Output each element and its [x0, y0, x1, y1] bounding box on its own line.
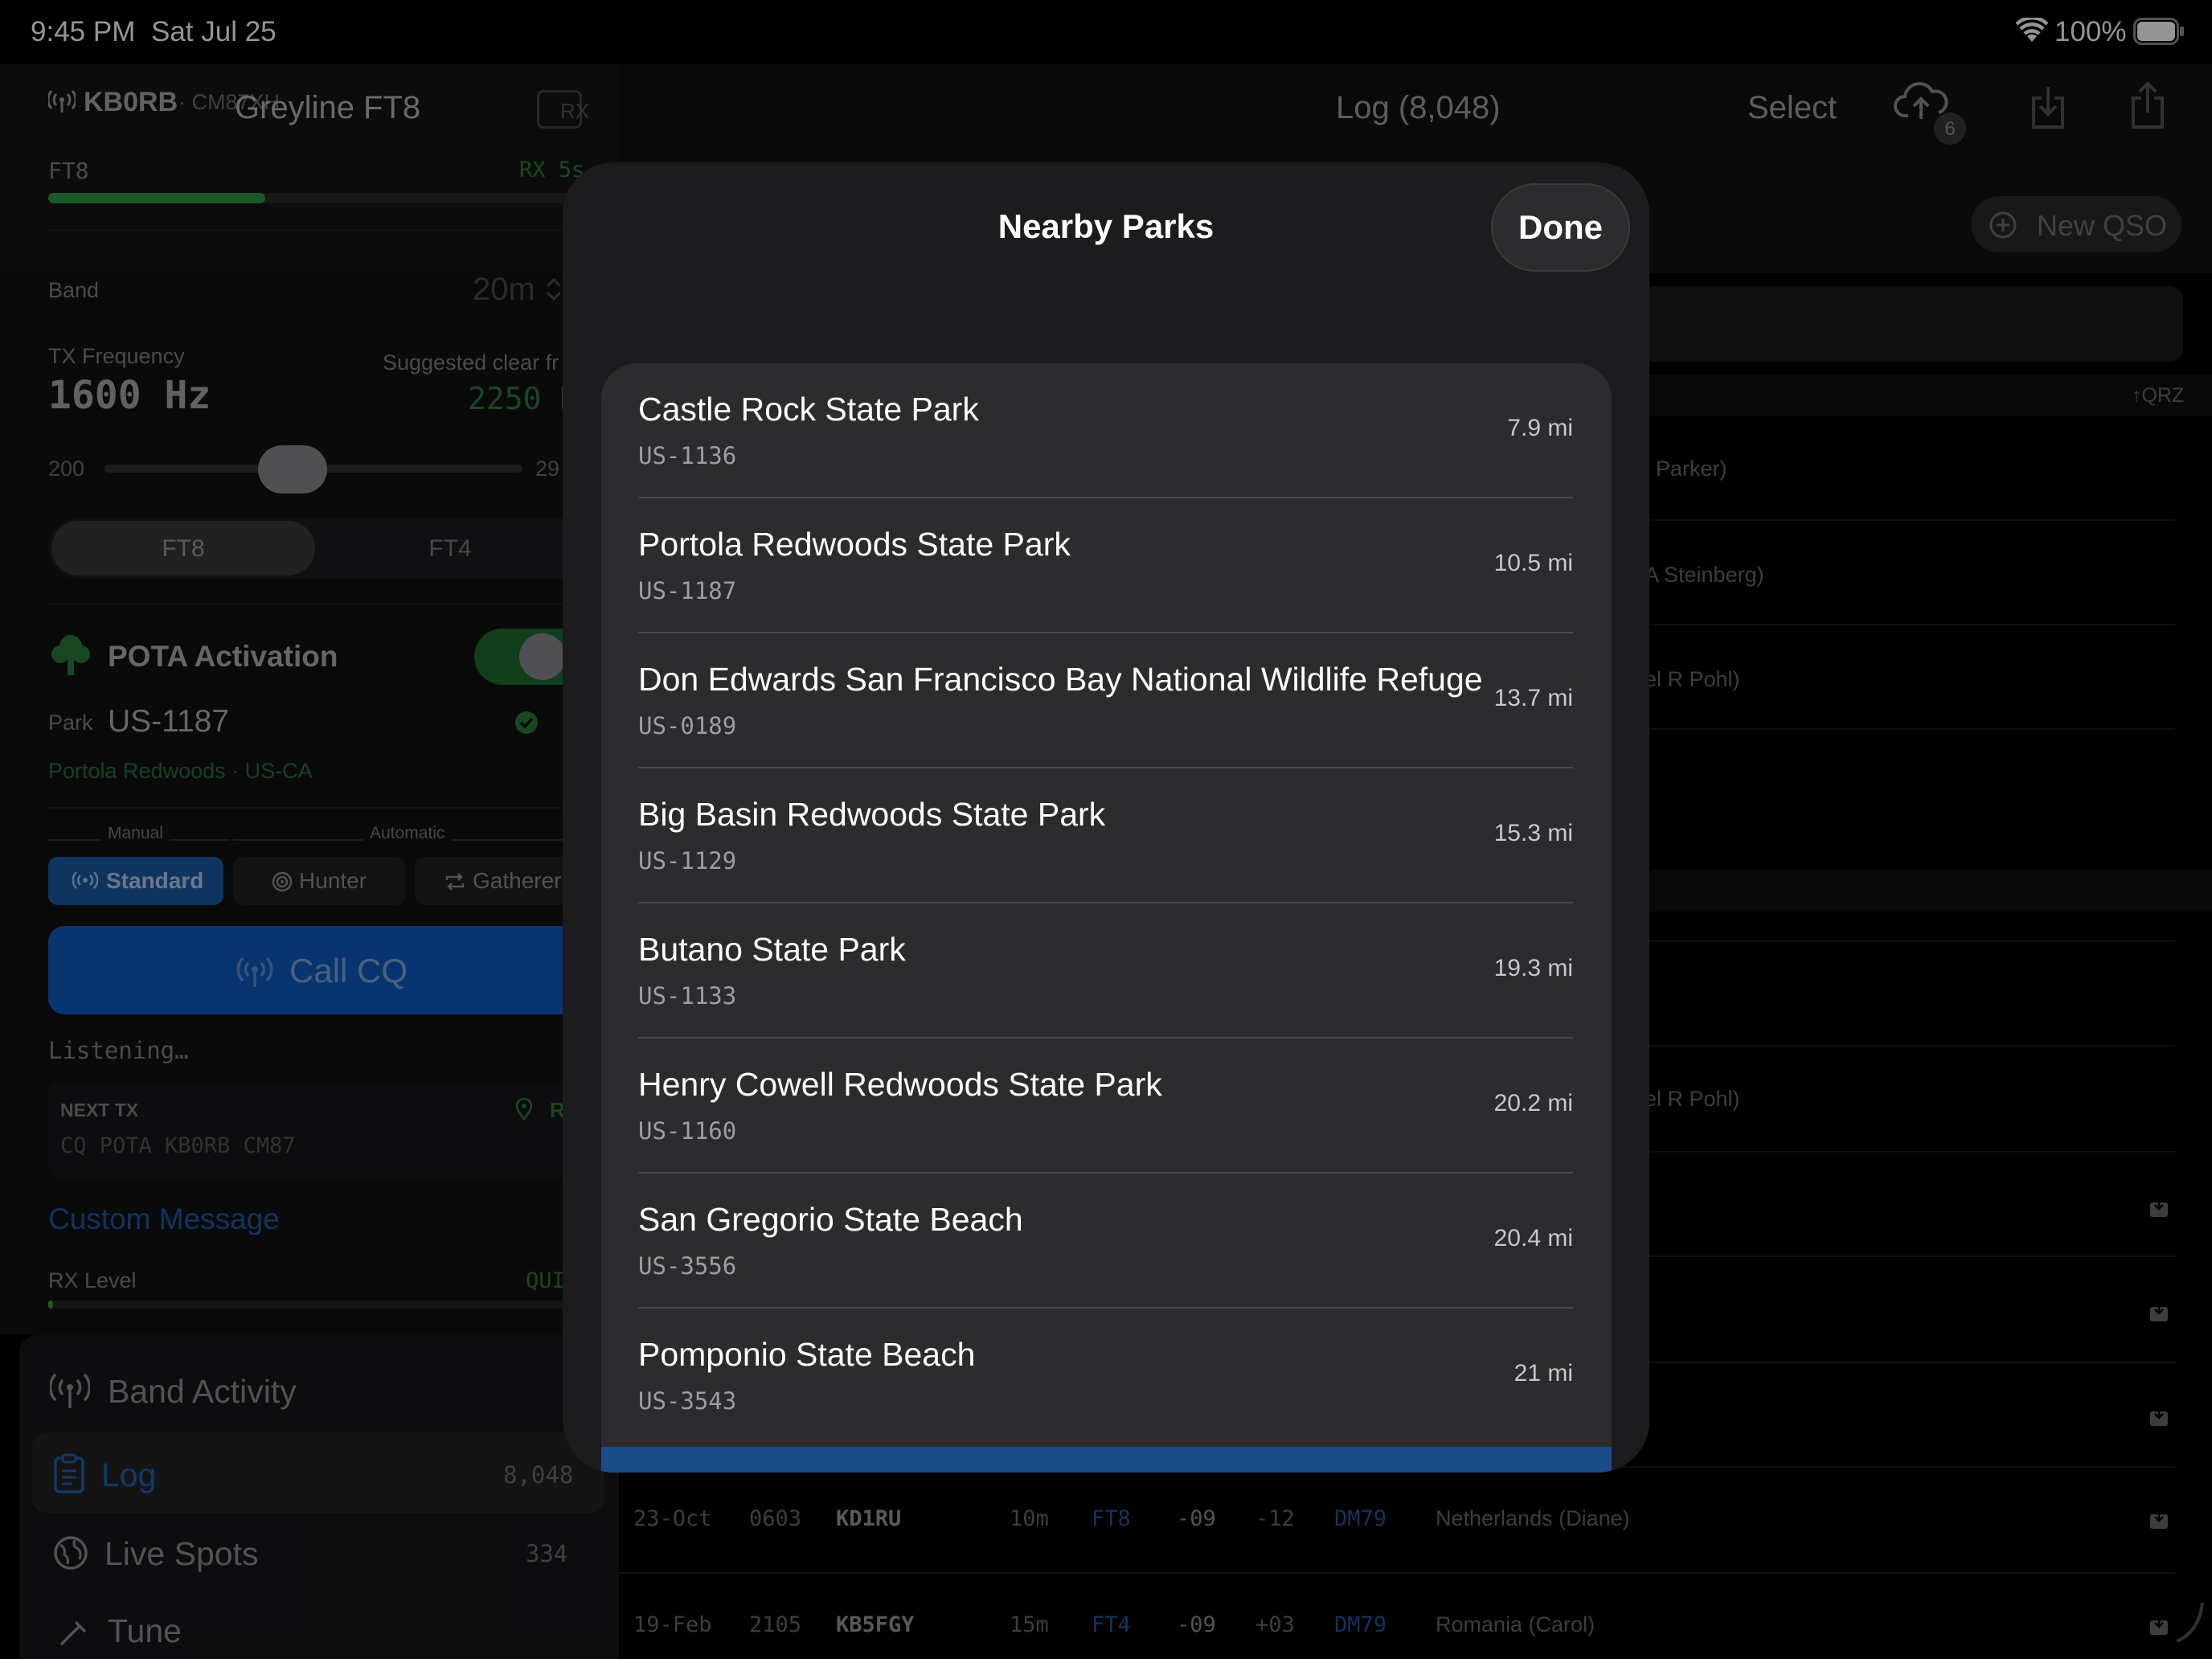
park-reference: US-1187 [638, 577, 737, 604]
park-row[interactable]: Big Basin Redwoods State Park US-1129 15.3… [601, 768, 1612, 903]
park-row[interactable]: Butano State Park US-1133 19.3 mi [601, 903, 1612, 1038]
park-distance: 20.4 mi [1493, 1225, 1573, 1251]
park-distance: 20.2 mi [1493, 1090, 1573, 1116]
park-reference: US-3556 [638, 1252, 737, 1280]
screen: 9:45 PM Sat Jul 25 100% KB0RB · CM87XH G… [0, 0, 2212, 1659]
done-button[interactable]: Done [1491, 183, 1630, 272]
park-name: Butano State Park [638, 931, 906, 968]
park-name: Portola Redwoods State Park [638, 526, 1071, 563]
park-distance: 15.3 mi [1493, 820, 1573, 846]
modal-title: Nearby Parks [997, 207, 1215, 245]
park-name: Henry Cowell Redwoods State Park [638, 1066, 1162, 1103]
park-name: Pomponio State Beach [638, 1336, 976, 1373]
park-list: Castle Rock State Park US-1136 7.9 mi Porto… [601, 363, 1612, 1473]
park-name: San Gregorio State Beach [638, 1201, 1023, 1238]
park-name: Big Basin Redwoods State Park [638, 796, 1106, 833]
park-distance: 7.9 mi [1507, 415, 1573, 441]
park-row[interactable]: San Gregorio State Beach US-3556 20.4 mi [601, 1174, 1612, 1309]
park-row[interactable]: Henry Cowell Redwoods State Park US-1160 2… [601, 1038, 1612, 1174]
park-row[interactable]: Don Edwards San Francisco Bay National W… [601, 633, 1612, 768]
selected-row-highlight [601, 1447, 1612, 1473]
park-reference: US-1129 [638, 847, 737, 875]
park-distance: 21 mi [1514, 1360, 1573, 1387]
park-distance: 13.7 mi [1493, 685, 1573, 711]
park-name: Don Edwards San Francisco Bay National W… [638, 661, 1483, 698]
park-row[interactable]: Pomponio State Beach US-3543 21 mi [601, 1309, 1612, 1444]
park-reference: US-1160 [638, 1117, 737, 1145]
park-distance: 10.5 mi [1493, 550, 1573, 576]
park-distance: 19.3 mi [1493, 955, 1573, 981]
park-row[interactable]: Portola Redwoods State Park US-1187 10.5 m… [601, 498, 1612, 633]
park-reference: US-1133 [638, 982, 737, 1010]
park-reference: US-3543 [638, 1387, 737, 1415]
park-reference: US-1136 [638, 442, 737, 469]
park-row[interactable]: Castle Rock State Park US-1136 7.9 mi [601, 363, 1612, 498]
park-name: Castle Rock State Park [638, 391, 979, 428]
nearby-parks-sheet: Nearby Parks Done Castle Rock State Park… [563, 162, 1649, 1473]
park-reference: US-0189 [638, 712, 737, 739]
